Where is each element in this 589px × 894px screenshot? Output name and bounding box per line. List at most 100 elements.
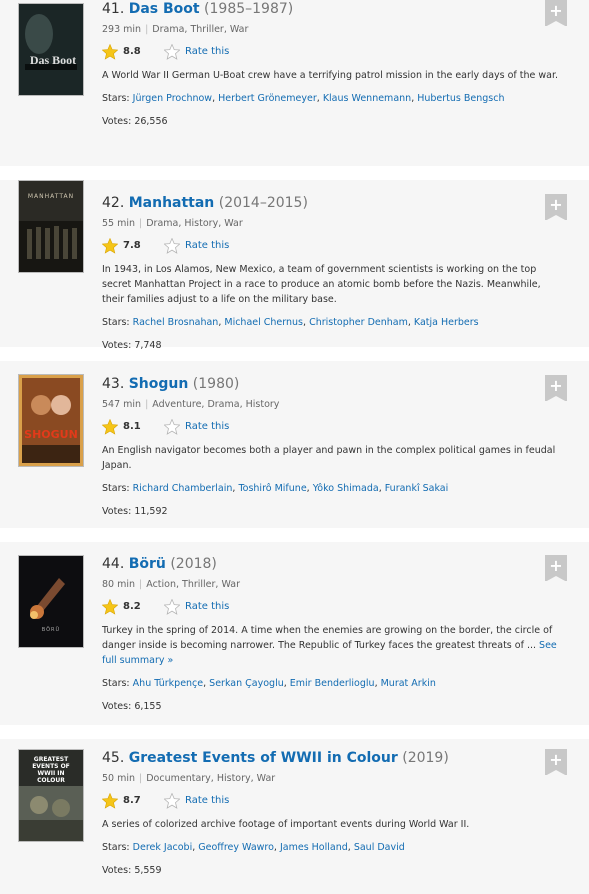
rate-this-link[interactable]: Rate this — [185, 46, 229, 57]
poster-image[interactable]: BÖRÜ — [18, 555, 84, 648]
stars-line: Stars: Jürgen Prochnow, Herbert Grönemey… — [102, 93, 505, 104]
list-item: SHOGUN 43. Shogun (1980) 547 min | Adventu… — [0, 361, 589, 528]
star-link[interactable]: Christopher Denham — [309, 317, 408, 328]
item-number: 41. — [102, 1, 125, 17]
description: Turkey in the spring of 2014. A time whe… — [102, 623, 559, 668]
star-link[interactable]: Jürgen Prochnow — [133, 93, 212, 104]
plus-icon: + — [549, 1, 563, 20]
year: (2014–2015) — [218, 195, 308, 211]
list-item: GREATEST EVENTS OF WWII IN COLOUR 45. Gr… — [0, 739, 589, 894]
rate-star-icon[interactable] — [164, 599, 180, 615]
votes-value: 5,559 — [134, 865, 162, 876]
genres: Drama, History, War — [146, 218, 243, 229]
star-link[interactable]: Saul David — [354, 842, 405, 853]
add-to-watchlist-button[interactable]: + — [545, 375, 567, 402]
item-content: 44. Börü (2018) 80 min | Action, Thriller,… — [102, 555, 559, 714]
add-to-watchlist-button[interactable]: + — [545, 555, 567, 582]
description: An English navigator becomes both a play… — [102, 443, 559, 473]
star-link[interactable]: Serkan Çayoglu — [209, 678, 284, 689]
rate-star-icon[interactable] — [164, 793, 180, 809]
star-link[interactable]: Murat Arkin — [381, 678, 436, 689]
list-item: BÖRÜ 44. Börü (2018) 80 min | Action, Thri… — [0, 542, 589, 725]
add-to-watchlist-button[interactable]: + — [545, 0, 567, 27]
star-link[interactable]: Geoffrey Wawro — [198, 842, 274, 853]
poster-title: SHOGUN — [24, 428, 78, 441]
title-link[interactable]: Manhattan — [129, 195, 215, 211]
poster-image[interactable]: MANHATTAN — [18, 180, 84, 273]
title-link[interactable]: Das Boot — [129, 1, 200, 17]
star-icon — [102, 419, 118, 435]
star-link[interactable]: Richard Chamberlain — [133, 483, 233, 494]
rate-this-link[interactable]: Rate this — [185, 421, 229, 432]
meta-line: 80 min | Action, Thriller, War — [102, 579, 240, 590]
plus-icon: + — [549, 376, 563, 395]
stars-label: Stars: — [102, 678, 130, 689]
rate-star-icon[interactable] — [164, 238, 180, 254]
rate-this-link[interactable]: Rate this — [185, 601, 229, 612]
title-link[interactable]: Greatest Events of WWII in Colour — [129, 750, 398, 766]
poster-image[interactable]: Das Boot — [18, 3, 84, 96]
meta-line: 50 min | Documentary, History, War — [102, 773, 276, 784]
star-icon — [102, 238, 118, 254]
star-link[interactable]: Toshirô Mifune — [238, 483, 306, 494]
description-text: An English navigator becomes both a play… — [102, 445, 556, 471]
votes-label: Votes: — [102, 701, 132, 712]
rate-this-link[interactable]: Rate this — [185, 795, 229, 806]
poster-image[interactable]: GREATEST EVENTS OF WWII IN COLOUR — [18, 749, 84, 842]
item-content: 43. Shogun (1980) 547 min | Adventure, Dra… — [102, 375, 559, 519]
description-text: A World War II German U-Boat crew have a… — [102, 70, 559, 81]
star-link[interactable]: Katja Herbers — [414, 317, 479, 328]
star-link[interactable]: James Holland — [280, 842, 348, 853]
plus-icon: + — [549, 195, 563, 214]
star-link[interactable]: Emir Benderlioglu — [290, 678, 375, 689]
meta-line: 55 min | Drama, History, War — [102, 218, 243, 229]
rating-row: 8.1 Rate this — [102, 419, 559, 435]
rate-star-icon[interactable] — [164, 44, 180, 60]
list-item: MANHATTAN 42. Manhattan (2014–2015) 55 m… — [0, 180, 589, 351]
title-link[interactable]: Börü — [129, 556, 166, 572]
item-content: 42. Manhattan (2014–2015) 55 min | Drama, … — [102, 194, 559, 353]
rating-value: 8.2 — [123, 601, 141, 612]
item-content: 41. Das Boot (1985–1987) 293 min | Drama, … — [102, 0, 559, 129]
item-number: 44. — [102, 556, 125, 572]
votes-label: Votes: — [102, 116, 132, 127]
rate-star-icon[interactable] — [164, 419, 180, 435]
stars-line: Stars: Derek Jacobi, Geoffrey Wawro, Jam… — [102, 842, 405, 853]
votes-line: Votes: 6,155 — [102, 700, 559, 714]
stars-line: Stars: Rachel Brosnahan, Michael Chernus… — [102, 317, 479, 328]
stars-label: Stars: — [102, 317, 130, 328]
runtime: 55 min — [102, 218, 136, 229]
title-link[interactable]: Shogun — [129, 376, 189, 392]
votes-line: Votes: 11,592 — [102, 505, 559, 519]
votes-label: Votes: — [102, 865, 132, 876]
votes-value: 7,748 — [134, 340, 162, 351]
add-to-watchlist-button[interactable]: + — [545, 749, 567, 776]
rate-this-link[interactable]: Rate this — [185, 240, 229, 251]
star-link[interactable]: Ahu Türkpençe — [133, 678, 203, 689]
rating-row: 8.2 Rate this — [102, 599, 559, 615]
votes-line: Votes: 5,559 — [102, 864, 559, 878]
stars-label: Stars: — [102, 93, 130, 104]
star-link[interactable]: Yôko Shimada — [313, 483, 379, 494]
votes-value: 6,155 — [134, 701, 162, 712]
title-line: 44. Börü (2018) — [102, 555, 559, 573]
star-link[interactable]: Michael Chernus — [224, 317, 303, 328]
list-item: Das Boot 41. Das Boot (1985–1987) 293 mi… — [0, 0, 589, 166]
poster-title: GREATEST EVENTS OF WWII IN COLOUR — [32, 756, 70, 784]
add-to-watchlist-button[interactable]: + — [545, 194, 567, 221]
star-icon — [102, 44, 118, 60]
star-link[interactable]: Herbert Grönemeyer — [218, 93, 317, 104]
star-icon — [102, 793, 118, 809]
star-link[interactable]: Rachel Brosnahan — [133, 317, 219, 328]
star-link[interactable]: Derek Jacobi — [133, 842, 193, 853]
poster-image[interactable]: SHOGUN — [18, 374, 84, 467]
year: (1980) — [192, 376, 240, 392]
title-line: 42. Manhattan (2014–2015) — [102, 194, 559, 212]
poster-art — [19, 4, 83, 95]
star-link[interactable]: Furankî Sakai — [385, 483, 449, 494]
poster-art — [19, 556, 83, 647]
item-number: 42. — [102, 195, 125, 211]
runtime: 293 min — [102, 24, 142, 35]
star-link[interactable]: Klaus Wennemann — [323, 93, 411, 104]
star-link[interactable]: Hubertus Bengsch — [417, 93, 504, 104]
